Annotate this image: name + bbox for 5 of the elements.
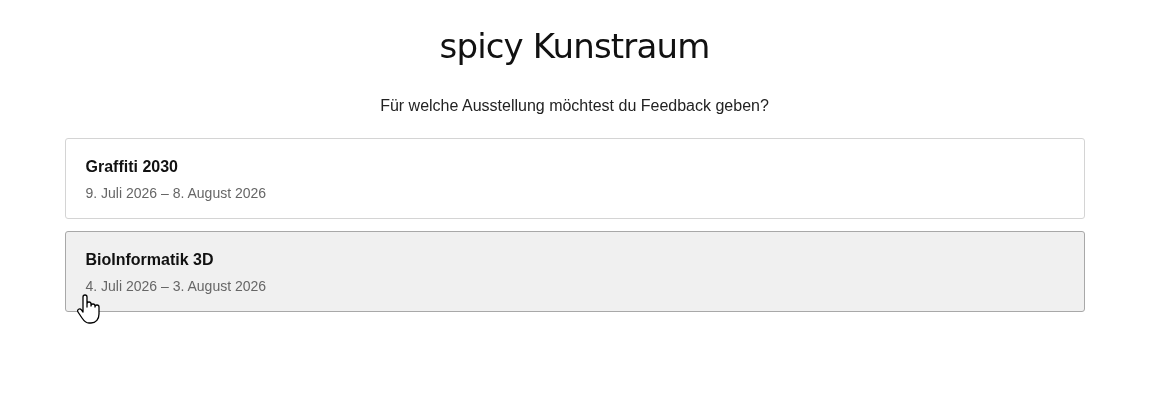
hand-pointer-icon (76, 293, 103, 325)
exhibition-card[interactable]: Graffiti 2030 9. Juli 2026 – 8. August 2026 (64, 138, 1085, 219)
exhibition-card[interactable]: BioInformatik 3D 4. Juli 2026 – 3. August 2026 (64, 231, 1085, 312)
page-title: spicy Kunstraum (439, 25, 710, 68)
prompt-text: Für welche Ausstellung möchtest du Feedback geben? (380, 96, 769, 116)
